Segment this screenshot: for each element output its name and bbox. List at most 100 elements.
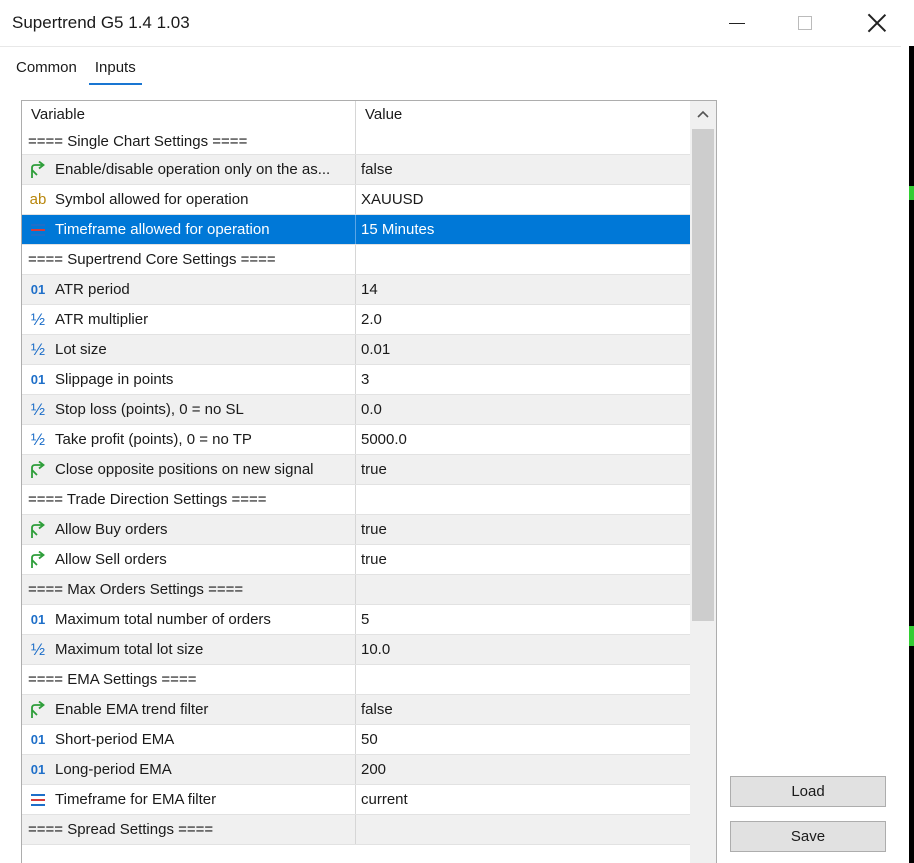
scroll-up-button[interactable] xyxy=(690,101,716,127)
integer-01-icon: 01 xyxy=(30,282,46,297)
integer-01-icon: 01 xyxy=(30,762,46,777)
section-row[interactable]: ==== Supertrend Core Settings ==== xyxy=(22,245,690,275)
input-row[interactable]: ½ Maximum total lot size 10.0 xyxy=(22,635,690,665)
value-cell[interactable]: 200 xyxy=(356,755,386,784)
variable-cell[interactable]: ½ Maximum total lot size xyxy=(22,635,356,664)
title-bar: Supertrend G5 1.4 1.03 xyxy=(0,0,914,46)
variable-label: Take profit (points), 0 = no TP xyxy=(55,431,252,448)
input-row[interactable]: Timeframe allowed for operation 15 Minute… xyxy=(22,215,690,245)
maximize-button[interactable] xyxy=(774,0,836,46)
input-row[interactable]: Allow Buy orders true xyxy=(22,515,690,545)
variable-label: Enable EMA trend filter xyxy=(55,701,209,718)
save-button[interactable]: Save xyxy=(730,821,886,852)
value-cell[interactable]: 0.0 xyxy=(356,395,382,424)
section-row[interactable]: ==== Trade Direction Settings ==== xyxy=(22,485,690,515)
variable-cell[interactable]: 01 Maximum total number of orders xyxy=(22,605,356,634)
close-button[interactable] xyxy=(846,0,908,46)
bool-arrow-icon xyxy=(28,550,48,569)
value-cell[interactable]: 10.0 xyxy=(356,635,390,664)
value-cell[interactable] xyxy=(356,128,361,154)
input-row[interactable]: Allow Sell orders true xyxy=(22,545,690,575)
variable-cell[interactable]: Allow Sell orders xyxy=(22,545,356,574)
value-cell[interactable]: 2.0 xyxy=(356,305,382,334)
variable-label: Allow Sell orders xyxy=(55,551,167,568)
variable-cell[interactable]: ab Symbol allowed for operation xyxy=(22,185,356,214)
variable-cell[interactable]: Allow Buy orders xyxy=(22,515,356,544)
value-cell[interactable] xyxy=(356,665,361,694)
value-cell[interactable] xyxy=(356,575,361,604)
value-cell[interactable]: 5000.0 xyxy=(356,425,407,454)
input-row[interactable]: ½ ATR multiplier 2.0 xyxy=(22,305,690,335)
variable-cell[interactable]: 01 Long-period EMA xyxy=(22,755,356,784)
value-cell[interactable]: 3 xyxy=(356,365,369,394)
value-cell[interactable]: true xyxy=(356,515,387,544)
input-row[interactable]: 01 Slippage in points 3 xyxy=(22,365,690,395)
double-half-icon: ½ xyxy=(30,399,46,419)
value-cell[interactable] xyxy=(356,815,361,844)
value-cell[interactable]: 5 xyxy=(356,605,369,634)
variable-cell[interactable]: ½ ATR multiplier xyxy=(22,305,356,334)
input-row[interactable]: 01 ATR period 14 xyxy=(22,275,690,305)
variable-label: Stop loss (points), 0 = no SL xyxy=(55,401,244,418)
variable-cell[interactable]: ==== EMA Settings ==== xyxy=(22,665,356,694)
variable-cell[interactable]: Close opposite positions on new signal xyxy=(22,455,356,484)
value-cell[interactable]: false xyxy=(356,695,393,724)
value-cell[interactable]: true xyxy=(356,545,387,574)
variable-cell[interactable]: ==== Trade Direction Settings ==== xyxy=(22,485,356,514)
variable-cell[interactable]: Enable EMA trend filter xyxy=(22,695,356,724)
input-row[interactable]: ½ Take profit (points), 0 = no TP 5000.0 xyxy=(22,425,690,455)
value-cell[interactable]: current xyxy=(356,785,408,814)
variable-cell[interactable]: ½ Lot size xyxy=(22,335,356,364)
variable-label: Long-period EMA xyxy=(55,761,172,778)
input-row[interactable]: 01 Long-period EMA 200 xyxy=(22,755,690,785)
section-row[interactable]: ==== Single Chart Settings ==== xyxy=(22,128,690,155)
column-header-value[interactable]: Value xyxy=(356,101,402,131)
value-cell[interactable]: false xyxy=(356,155,393,184)
background-chart-edge xyxy=(909,46,914,863)
input-row[interactable]: Enable EMA trend filter false xyxy=(22,695,690,725)
value-cell[interactable]: 0.01 xyxy=(356,335,390,364)
value-cell[interactable]: true xyxy=(356,455,387,484)
section-row[interactable]: ==== Max Orders Settings ==== xyxy=(22,575,690,605)
variable-cell[interactable]: ==== Supertrend Core Settings ==== xyxy=(22,245,356,274)
variable-label: Lot size xyxy=(55,341,107,358)
variable-cell[interactable]: ==== Max Orders Settings ==== xyxy=(22,575,356,604)
scrollbar-thumb[interactable] xyxy=(692,129,714,621)
minimize-button[interactable] xyxy=(706,0,768,46)
input-row[interactable]: ½ Stop loss (points), 0 = no SL 0.0 xyxy=(22,395,690,425)
value-cell[interactable] xyxy=(356,485,361,514)
integer-01-icon: 01 xyxy=(30,612,46,627)
variable-cell[interactable]: Timeframe allowed for operation xyxy=(22,215,356,244)
variable-cell[interactable]: ½ Stop loss (points), 0 = no SL xyxy=(22,395,356,424)
input-row[interactable]: Timeframe for EMA filter current xyxy=(22,785,690,815)
input-row[interactable]: ab Symbol allowed for operation XAUUSD xyxy=(22,185,690,215)
variable-cell[interactable]: ==== Spread Settings ==== xyxy=(22,815,356,844)
tab-inputs[interactable]: Inputs xyxy=(88,57,142,85)
variable-label: ==== Single Chart Settings ==== xyxy=(28,132,248,150)
section-row[interactable]: ==== EMA Settings ==== xyxy=(22,665,690,695)
variable-cell[interactable]: ½ Take profit (points), 0 = no TP xyxy=(22,425,356,454)
maximize-icon xyxy=(798,16,812,30)
load-button[interactable]: Load xyxy=(730,776,886,807)
value-cell[interactable]: 14 xyxy=(356,275,378,304)
value-cell[interactable]: XAUUSD xyxy=(356,185,424,214)
column-header-variable[interactable]: Variable xyxy=(22,101,356,131)
input-row[interactable]: 01 Maximum total number of orders 5 xyxy=(22,605,690,635)
variable-cell[interactable]: 01 Slippage in points xyxy=(22,365,356,394)
input-row[interactable]: ½ Lot size 0.01 xyxy=(22,335,690,365)
value-cell[interactable]: 15 Minutes xyxy=(356,215,434,244)
tab-common[interactable]: Common xyxy=(10,57,83,85)
input-row[interactable]: Close opposite positions on new signal tr… xyxy=(22,455,690,485)
vertical-scrollbar[interactable] xyxy=(690,101,716,863)
input-row[interactable]: 01 Short-period EMA 50 xyxy=(22,725,690,755)
variable-cell[interactable]: Enable/disable operation only on the as.… xyxy=(22,155,356,184)
variable-cell[interactable]: 01 ATR period xyxy=(22,275,356,304)
input-row[interactable]: Enable/disable operation only on the as.… xyxy=(22,155,690,185)
value-cell[interactable] xyxy=(356,245,361,274)
variable-cell[interactable]: Timeframe for EMA filter xyxy=(22,785,356,814)
value-cell[interactable]: 50 xyxy=(356,725,378,754)
variable-cell[interactable]: ==== Single Chart Settings ==== xyxy=(22,128,356,154)
section-row[interactable]: ==== Spread Settings ==== xyxy=(22,815,690,845)
variable-cell[interactable]: 01 Short-period EMA xyxy=(22,725,356,754)
variable-label: Maximum total number of orders xyxy=(55,611,271,628)
